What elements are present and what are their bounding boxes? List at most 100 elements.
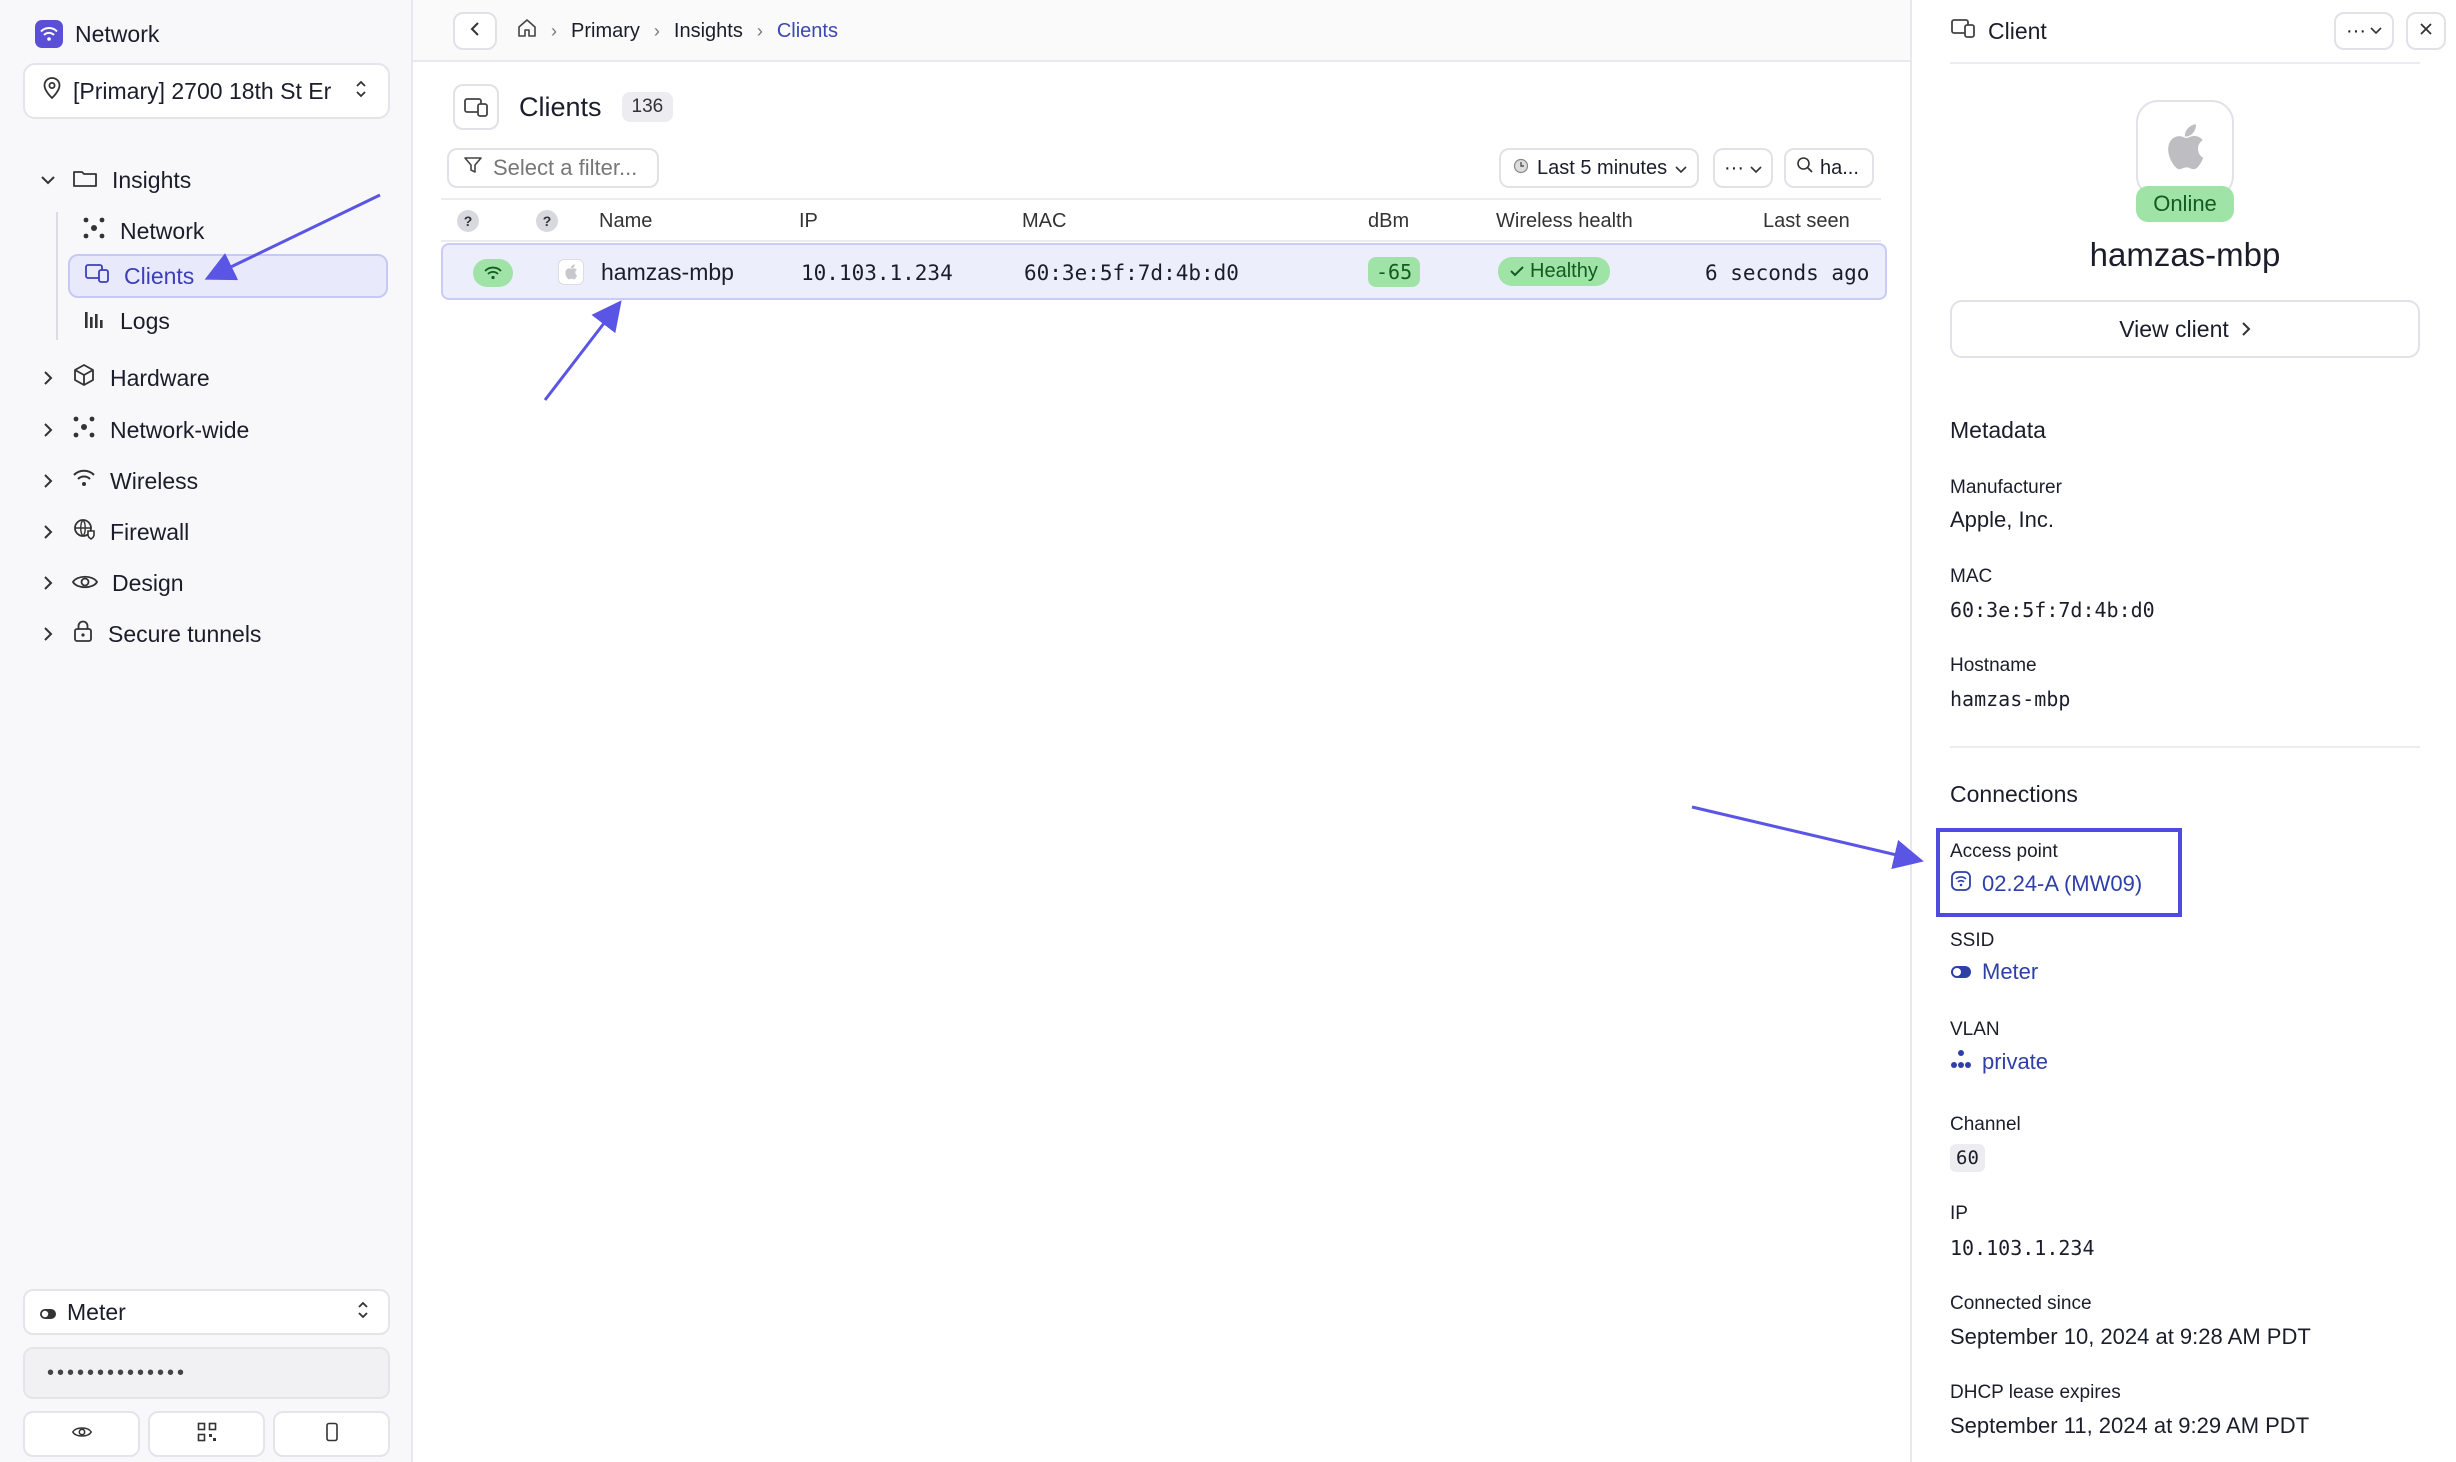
- access-point-link[interactable]: 02.24-A (MW09): [1950, 870, 2142, 898]
- nav-item-label: Logs: [120, 307, 170, 334]
- page-header: Clients 136: [453, 83, 674, 131]
- nav-item-clients[interactable]: Clients: [68, 254, 388, 298]
- show-password-button[interactable]: [23, 1411, 140, 1457]
- brand[interactable]: Network: [35, 18, 159, 50]
- manufacturer-value: Apple, Inc.: [1950, 507, 2054, 532]
- nav-item-logs[interactable]: Logs: [68, 299, 388, 343]
- search-icon: [1796, 156, 1814, 180]
- channel-label: Channel: [1950, 1114, 2021, 1135]
- vlan-link[interactable]: private: [1950, 1048, 2048, 1076]
- home-icon[interactable]: [517, 18, 537, 44]
- table-row[interactable]: hamzas-mbp 10.103.1.234 60:3e:5f:7d:4b:d…: [441, 243, 1887, 300]
- hierarchy-icon: [1950, 1048, 1972, 1076]
- sidebar: Network [Primary] 2700 18th St Er Insigh…: [0, 0, 413, 1462]
- top-bar: › Primary › Insights › Clients: [413, 0, 1910, 62]
- view-client-button[interactable]: View client: [1950, 300, 2420, 358]
- ssid-select[interactable]: Meter: [23, 1289, 390, 1335]
- nav-item-label: Wireless: [110, 467, 199, 494]
- nav-item-label: Network: [120, 217, 205, 244]
- nav-item-network-wide[interactable]: Network-wide: [38, 407, 249, 453]
- chevron-right-icon: ›: [551, 20, 557, 41]
- nav-item-label: Secure tunnels: [108, 620, 262, 647]
- more-actions-button[interactable]: ···: [1713, 148, 1773, 188]
- chevron-right-icon: ›: [756, 20, 763, 41]
- health-label: Healthy: [1530, 260, 1598, 282]
- check-icon: [1510, 260, 1524, 283]
- location-select-value: [Primary] 2700 18th St Er: [73, 77, 332, 104]
- search-value: ha...: [1820, 156, 1859, 179]
- nav-item-wireless[interactable]: Wireless: [38, 458, 198, 504]
- column-name[interactable]: Name: [599, 210, 652, 233]
- chevron-updown-icon: [356, 1299, 370, 1326]
- toggle-icon: [39, 1299, 57, 1326]
- clock-icon: [1513, 157, 1529, 180]
- mobile-button[interactable]: [273, 1411, 390, 1457]
- divider: [1950, 746, 2420, 748]
- filter-placeholder: Select a filter...: [493, 155, 638, 180]
- ssid-select-value: Meter: [67, 1298, 126, 1325]
- panel-close-button[interactable]: [2406, 12, 2446, 50]
- nav-subtree-line: [56, 212, 58, 340]
- ssid-label: SSID: [1950, 930, 1995, 951]
- client-count-badge: 136: [621, 92, 674, 122]
- chevron-left-icon: [470, 21, 480, 42]
- dhcp-lease-label: DHCP lease expires: [1950, 1382, 2121, 1403]
- location-select[interactable]: [Primary] 2700 18th St Er: [23, 63, 390, 119]
- client-name-heading: hamzas-mbp: [2089, 236, 2281, 273]
- nav-item-hardware[interactable]: Hardware: [38, 355, 210, 401]
- search-input[interactable]: ha...: [1784, 148, 1874, 188]
- nav-item-label: Insights: [112, 166, 192, 193]
- ssid-value: Meter: [1982, 959, 2039, 984]
- column-wireless-health[interactable]: Wireless health: [1496, 210, 1633, 233]
- devices-icon: [453, 84, 499, 130]
- hostname-value: hamzas-mbp: [1950, 687, 2071, 711]
- page-title: Clients: [519, 91, 602, 122]
- qr-code-button[interactable]: [148, 1411, 265, 1457]
- nav-item-label: Network-wide: [110, 416, 250, 443]
- wifi-icon: [72, 467, 96, 495]
- eye-icon: [71, 570, 99, 597]
- column-ip[interactable]: IP: [799, 210, 818, 233]
- breadcrumb-clients[interactable]: Clients: [777, 20, 838, 43]
- status-badge: Online: [2136, 186, 2234, 222]
- access-point-label: Access point: [1950, 841, 2058, 862]
- chevron-right-icon: [38, 368, 58, 388]
- ip-label: IP: [1950, 1203, 1968, 1224]
- manufacturer-label: Manufacturer: [1950, 477, 2062, 498]
- qr-code-icon: [197, 1422, 217, 1447]
- chevron-right-icon: ›: [653, 20, 660, 41]
- connected-since-value: September 10, 2024 at 9:28 AM PDT: [1950, 1324, 2311, 1349]
- column-last-seen[interactable]: Last seen: [1763, 210, 1850, 233]
- breadcrumb-primary[interactable]: Primary: [571, 20, 640, 43]
- nav-item-label: Firewall: [110, 518, 190, 545]
- breadcrumb: › Primary › Insights › Clients: [517, 16, 838, 46]
- ssid-link[interactable]: Meter: [1950, 959, 2038, 985]
- panel-title: Client: [1988, 17, 2047, 44]
- column-status-help[interactable]: ?: [457, 210, 479, 232]
- mac-label: MAC: [1950, 566, 1993, 587]
- filter-button[interactable]: Select a filter...: [447, 148, 659, 188]
- nav-item-firewall[interactable]: Firewall: [38, 509, 189, 555]
- breadcrumb-insights[interactable]: Insights: [674, 20, 743, 43]
- column-mac[interactable]: MAC: [1022, 210, 1066, 233]
- back-button[interactable]: [453, 12, 497, 50]
- vlan-label: VLAN: [1950, 1019, 2000, 1040]
- nav-item-design[interactable]: Design: [38, 560, 184, 606]
- chevron-updown-icon: [354, 78, 368, 105]
- vlan-value: private: [1982, 1049, 2049, 1074]
- time-range-select[interactable]: Last 5 minutes: [1499, 148, 1699, 188]
- chevron-down-icon: [38, 170, 58, 190]
- chevron-right-icon: [2241, 316, 2251, 343]
- channel-value: 60: [1950, 1144, 1985, 1172]
- column-type-help[interactable]: ?: [536, 210, 558, 232]
- panel-more-button[interactable]: ···: [2334, 12, 2394, 50]
- column-dbm[interactable]: dBm: [1368, 210, 1409, 233]
- chevron-right-icon: [38, 522, 58, 542]
- nav-item-label: Clients: [124, 262, 195, 289]
- nav-item-insights[interactable]: Insights: [38, 157, 191, 203]
- close-icon: [2419, 22, 2433, 41]
- devices-icon: [1950, 17, 1976, 45]
- nav-item-secure-tunnels[interactable]: Secure tunnels: [38, 611, 261, 657]
- password-field[interactable]: ••••••••••••••: [23, 1347, 390, 1399]
- nav-item-network[interactable]: Network: [68, 209, 388, 253]
